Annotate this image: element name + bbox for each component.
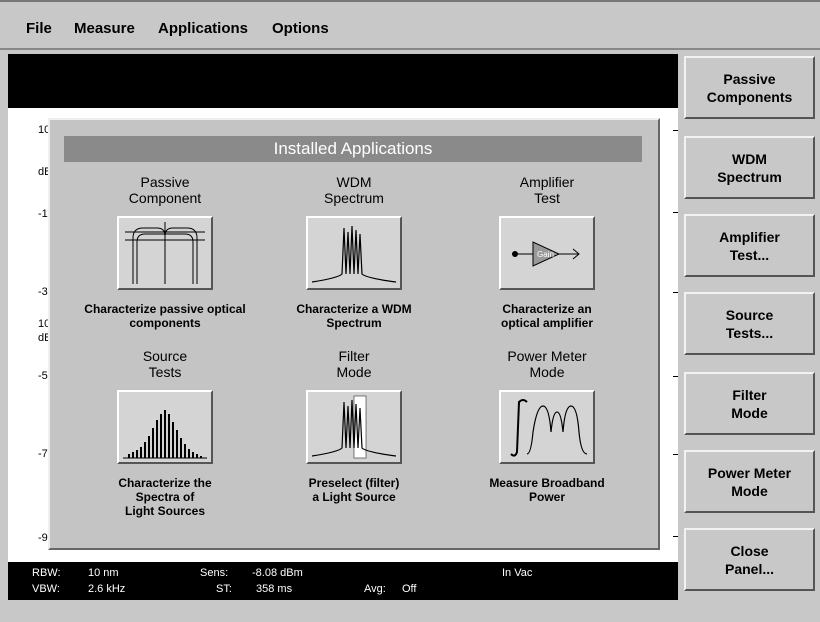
power-meter-button[interactable] — [499, 390, 595, 464]
menu-options[interactable]: Options — [272, 20, 329, 37]
app-name: Power Meter Mode — [507, 348, 587, 380]
app-name: Filter Mode — [336, 348, 372, 380]
y-tick — [673, 292, 678, 293]
app-name: Amplifier Test — [519, 174, 575, 206]
installed-applications-panel: Installed Applications Passive Component… — [48, 118, 660, 550]
medium-status: In Vac — [502, 567, 533, 579]
app-power-meter-mode: Power Meter Mode Measure Broadband Power — [452, 348, 642, 504]
softkey-passive-components[interactable]: Passive Components — [684, 56, 815, 119]
y-tick — [673, 454, 678, 455]
app-description: Characterize an optical amplifier — [500, 302, 594, 330]
passive-component-icon — [125, 222, 205, 284]
app-name: Source Tests — [142, 348, 188, 380]
softkey-close-panel[interactable]: Close Panel... — [684, 528, 815, 591]
passive-component-button[interactable] — [117, 216, 213, 290]
menu-applications-label: Applications — [158, 20, 249, 37]
softkey-wdm-spectrum[interactable]: WDM Spectrum — [684, 136, 815, 199]
menu-options-label: Options — [272, 20, 329, 37]
st-label: ST: — [216, 583, 232, 595]
wdm-spectrum-icon — [311, 225, 397, 283]
softkey-source-tests[interactable]: Source Tests... — [684, 292, 815, 355]
vbw-label: VBW: — [32, 583, 60, 595]
status-bar: RBW: 10 nm Sens: -8.08 dBm In Vac VBW: 2… — [8, 562, 678, 600]
trace-title-bar — [8, 54, 678, 108]
app-description: Characterize a WDM Spectrum — [296, 302, 412, 330]
app-name: WDM Spectrum — [324, 174, 384, 206]
svg-text:Gain: Gain — [537, 250, 554, 259]
app-passive-component: Passive Component Characterize passive o… — [70, 174, 260, 330]
app-description: Characterize passive optical components — [84, 302, 246, 330]
amplifier-test-button[interactable]: Gain — [499, 216, 595, 290]
app-filter-mode: Filter Mode Preselect (filter) a Light S… — [259, 348, 449, 504]
app-amplifier-test: Amplifier Test Gain Characterize an opti… — [452, 174, 642, 330]
y-tick — [673, 212, 678, 213]
app-wdm-spectrum: WDM Spectrum Characterize a WDM Spectrum — [259, 174, 449, 330]
softkey-power-meter-mode[interactable]: Power Meter Mode — [684, 450, 815, 513]
app-description: Measure Broadband Power — [489, 476, 605, 504]
y-tick — [673, 130, 678, 131]
app-description: Characterize the Spectra of Light Source… — [118, 476, 212, 518]
amplifier-icon: Gain — [512, 241, 580, 267]
menu-file-label: File — [26, 20, 52, 37]
panel-title: Installed Applications — [64, 136, 642, 162]
sens-value: -8.08 dBm — [252, 567, 303, 579]
softkey-filter-mode[interactable]: Filter Mode — [684, 372, 815, 435]
source-spectrum-icon — [123, 410, 207, 459]
filter-mode-button[interactable] — [306, 390, 402, 464]
sens-label: Sens: — [200, 567, 229, 579]
menu-file[interactable]: File — [26, 20, 52, 37]
app-source-tests: Source Tests Characterize the Spectra of… — [70, 348, 260, 518]
menu-bar: File Measure Applications Options — [0, 0, 820, 50]
app-name: Passive Component — [128, 174, 202, 206]
y-tick — [673, 536, 678, 537]
rbw-value: 10 nm — [88, 567, 119, 579]
vbw-value: 2.6 kHz — [88, 583, 126, 595]
wdm-spectrum-button[interactable] — [306, 216, 402, 290]
source-tests-button[interactable] — [117, 390, 213, 464]
menu-measure-label: Measure — [74, 20, 135, 37]
menu-applications[interactable]: Applications — [158, 20, 248, 37]
avg-value: Off — [402, 583, 417, 595]
filter-mode-icon — [311, 395, 397, 459]
softkey-amplifier-test[interactable]: Amplifier Test... — [684, 214, 815, 277]
avg-label: Avg: — [364, 583, 386, 595]
app-description: Preselect (filter) a Light Source — [308, 476, 400, 504]
st-value: 358 ms — [256, 583, 293, 595]
power-meter-icon — [510, 399, 588, 457]
rbw-label: RBW: — [32, 567, 61, 579]
menu-measure[interactable]: Measure — [74, 20, 135, 37]
y-tick — [673, 376, 678, 377]
